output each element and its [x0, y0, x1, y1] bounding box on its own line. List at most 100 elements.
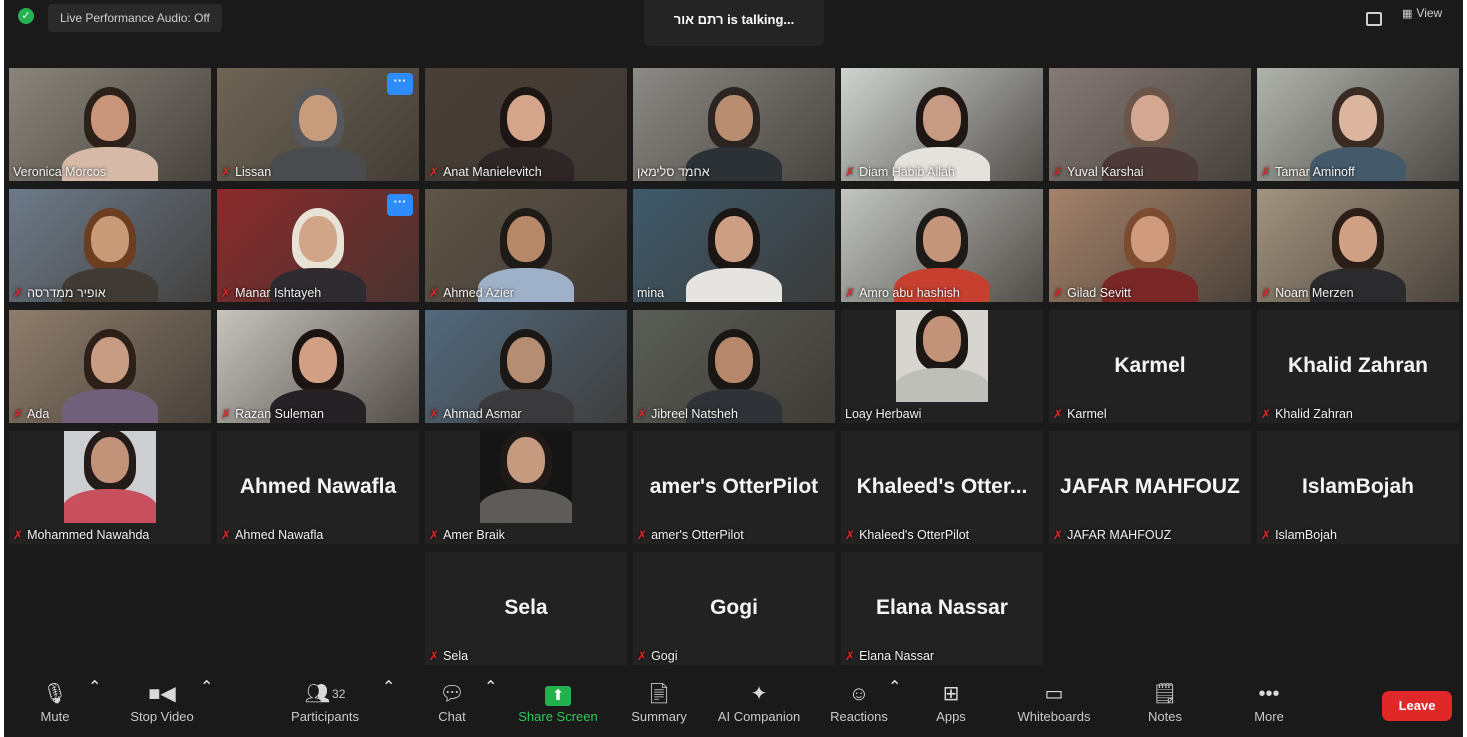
participant-display-name: Ahmed Nawafla: [239, 475, 397, 498]
participant-name: IslamBojah: [1275, 528, 1337, 542]
participant-name-label: ✗ Gilad Sevitt: [1053, 286, 1131, 300]
muted-microphone-icon: ✗: [1053, 165, 1064, 179]
reactions-label: Reactions: [830, 709, 888, 724]
participant-tile[interactable]: Elana Nassar ✗ Elana Nassar: [841, 552, 1043, 665]
participant-tile[interactable]: Ahmed Nawafla ✗ Ahmed Nawafla: [217, 431, 419, 544]
participant-name: אופיר ממדרסה: [27, 286, 106, 300]
video-options-chevron-up-icon[interactable]: ⌃: [200, 677, 213, 737]
summary-button[interactable]: 📄︎ Summary: [626, 677, 692, 737]
participant-tile[interactable]: JAFAR MAHFOUZ ✗ JAFAR MAHFOUZ: [1049, 431, 1251, 544]
participant-tile[interactable]: ✗ Ahmad Asmar: [425, 310, 627, 423]
participant-tile[interactable]: ✗ Noam Merzen: [1257, 189, 1459, 302]
participant-tile[interactable]: Loay Herbawi: [841, 310, 1043, 423]
muted-microphone-icon: ✗: [221, 165, 232, 179]
participant-name: Yuval Karshai: [1067, 165, 1144, 179]
participant-tile[interactable]: ✗ Yuval Karshai: [1049, 68, 1251, 181]
participant-tile[interactable]: ✗ Mohammed Nawahda: [9, 431, 211, 544]
participant-tile[interactable]: ✗ Razan Suleman: [217, 310, 419, 423]
participants-label: Participants: [291, 709, 359, 724]
mute-button[interactable]: 🎙︎ Mute: [32, 677, 78, 737]
muted-microphone-icon: ✗: [637, 649, 648, 663]
muted-microphone-icon: ✗: [845, 286, 856, 300]
participant-display-name: Khaleed's Otter...: [856, 475, 1028, 498]
live-audio-status[interactable]: Live Performance Audio: Off: [48, 4, 222, 32]
participant-video-inset: [480, 431, 572, 523]
face: [923, 216, 961, 262]
participant-name-label: ✗ Ada: [13, 407, 49, 421]
participant-tile[interactable]: Veronica Morcos: [9, 68, 211, 181]
muted-microphone-icon: ✗: [221, 407, 232, 421]
participant-tile[interactable]: Khalid Zahran ✗ Khalid Zahran: [1257, 310, 1459, 423]
face: [715, 337, 753, 383]
participant-video-inset: [64, 431, 156, 523]
view-button[interactable]: ▦ View: [1402, 6, 1442, 20]
meeting-toolbar: 🎙︎ Mute ⌃ ■◀ Stop Video ⌃ 👥︎ 32 Participa…: [4, 677, 1463, 737]
more-button[interactable]: ••• More: [1248, 677, 1290, 737]
participant-tile[interactable]: ✗ Amer Braik: [425, 431, 627, 544]
participant-display-name: IslamBojah: [1301, 475, 1415, 498]
participant-figure: [686, 202, 782, 302]
participant-tile[interactable]: Sela ✗ Sela: [425, 552, 627, 665]
face: [923, 316, 961, 362]
participant-tile[interactable]: amer's OtterPilot ✗ amer's OtterPilot: [633, 431, 835, 544]
torso: [480, 489, 572, 523]
zoom-meeting-window: ✓ Live Performance Audio: Off רתם אור is…: [4, 0, 1463, 737]
participant-name: Ahmed Azier: [443, 286, 514, 300]
notes-label: Notes: [1148, 709, 1182, 724]
participant-name: Sela: [443, 649, 469, 663]
summary-label: Summary: [631, 709, 687, 724]
participant-tile[interactable]: ✗ Ada: [9, 310, 211, 423]
participant-tile[interactable]: Khaleed's Otter... ✗ Khaleed's OtterPilot: [841, 431, 1043, 544]
audio-options-chevron-up-icon[interactable]: ⌃: [88, 677, 101, 737]
participant-tile[interactable]: ✗ Gilad Sevitt: [1049, 189, 1251, 302]
participant-name-label: ✗ Elana Nassar: [845, 649, 934, 663]
face: [299, 95, 337, 141]
participant-tile[interactable]: ··· ✗ Manar Ishtayeh: [217, 189, 419, 302]
participant-tile[interactable]: ✗ Jibreel Natsheh: [633, 310, 835, 423]
participant-tile[interactable]: ··· ✗ Lissan: [217, 68, 419, 181]
participant-name: Noam Merzen: [1275, 286, 1354, 300]
notes-button[interactable]: 🗒︎ Notes: [1142, 677, 1188, 737]
muted-microphone-icon: ✗: [845, 165, 856, 179]
face: [91, 95, 129, 141]
security-shield-icon[interactable]: ✓: [18, 8, 34, 24]
participant-tile[interactable]: ✗ Ahmed Azier: [425, 189, 627, 302]
participant-tile[interactable]: ✗ Tamar Aminoff: [1257, 68, 1459, 181]
participants-chevron-up-icon[interactable]: ⌃: [382, 677, 395, 737]
stop-video-button[interactable]: ■◀ Stop Video: [120, 677, 204, 737]
participant-tile[interactable]: Gogi ✗ Gogi: [633, 552, 835, 665]
ai-companion-button[interactable]: ✦ AI Companion: [712, 677, 806, 737]
leave-button[interactable]: Leave: [1382, 691, 1452, 721]
participant-name-label: ✗ Ahmed Nawafla: [221, 528, 323, 542]
chat-button[interactable]: 💬︎ Chat: [432, 677, 472, 737]
face: [715, 216, 753, 262]
window-mode-icon[interactable]: [1366, 12, 1382, 26]
participant-name-label: ✗ amer's OtterPilot: [637, 528, 744, 542]
participant-tile[interactable]: mina: [633, 189, 835, 302]
reactions-chevron-up-icon[interactable]: ⌃: [888, 677, 901, 737]
participant-figure: [62, 323, 158, 423]
participants-count: 32: [332, 687, 346, 701]
participant-tile[interactable]: אחמד סלימאן: [633, 68, 835, 181]
reactions-button[interactable]: ☺ Reactions: [826, 677, 892, 737]
top-bar: ✓ Live Performance Audio: Off רתם אור is…: [4, 0, 1463, 50]
more-dots-icon: •••: [1258, 683, 1280, 705]
share-screen-button[interactable]: ⬆ Share Screen: [514, 677, 602, 737]
tile-more-options-icon[interactable]: ···: [387, 194, 413, 216]
participant-tile[interactable]: Karmel ✗ Karmel: [1049, 310, 1251, 423]
microphone-icon: 🎙︎: [42, 683, 68, 705]
participant-tile[interactable]: IslamBojah ✗ IslamBojah: [1257, 431, 1459, 544]
participant-name-label: ✗ Noam Merzen: [1261, 286, 1354, 300]
participant-name-label: ✗ Tamar Aminoff: [1261, 165, 1355, 179]
muted-microphone-icon: ✗: [429, 407, 440, 421]
tile-more-options-icon[interactable]: ···: [387, 73, 413, 95]
participant-tile[interactable]: ✗ Anat Manielevitch: [425, 68, 627, 181]
apps-button[interactable]: ⊞ Apps: [930, 677, 972, 737]
participant-tile[interactable]: ✗ אופיר ממדרסה: [9, 189, 211, 302]
whiteboards-button[interactable]: ▭ Whiteboards: [1010, 677, 1098, 737]
participants-button[interactable]: 👥︎ 32 Participants: [282, 677, 368, 737]
participant-tile[interactable]: ✗ Diam Habib Allah: [841, 68, 1043, 181]
chat-chevron-up-icon[interactable]: ⌃: [484, 677, 497, 737]
participant-display-name: JAFAR MAHFOUZ: [1060, 475, 1240, 498]
participant-tile[interactable]: ✗ Amro abu hashish: [841, 189, 1043, 302]
